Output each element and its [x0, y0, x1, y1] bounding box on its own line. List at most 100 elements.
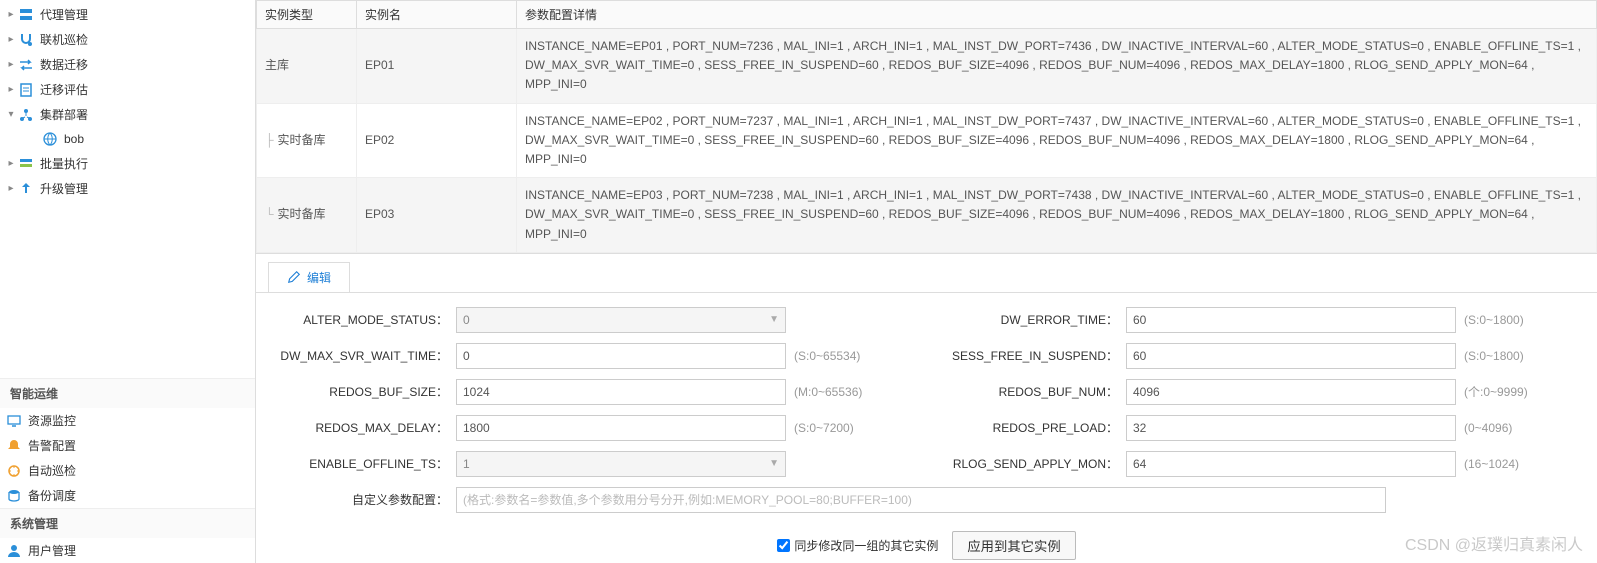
nav-auto-check[interactable]: 自动巡检 — [0, 458, 255, 483]
clipboard-icon — [18, 82, 34, 98]
server-icon — [18, 7, 34, 23]
cell-type: └实时备库 — [257, 178, 357, 253]
nav-data-migrate[interactable]: ▸ 数据迁移 — [0, 52, 255, 77]
chk-sync-group[interactable]: 同步修改同一组的其它实例 — [777, 537, 938, 554]
hint: (S:0~7200) — [794, 421, 854, 435]
nav-upgrade-mgmt[interactable]: ▸ 升级管理 — [0, 176, 255, 201]
lbl-redos-max-delay: REDOS_MAX_DELAY： — [256, 419, 456, 436]
lbl-custom: 自定义参数配置： — [256, 491, 456, 508]
monitor-icon — [6, 413, 22, 429]
batch-icon — [18, 156, 34, 172]
hint: (S:0~1800) — [1464, 313, 1524, 327]
lbl-redos-buf-size: REDOS_BUF_SIZE： — [256, 383, 456, 400]
table-row[interactable]: └实时备库 EP03 INSTANCE_NAME=EP03 , PORT_NUM… — [257, 178, 1597, 253]
chevron-right-icon: ▸ — [6, 84, 16, 95]
stethoscope-icon — [18, 32, 34, 48]
inp-redos-buf-num[interactable] — [1126, 379, 1456, 405]
sidebar: ▸ 代理管理 ▸ 联机巡检 ▸ 数据迁移 ▸ 迁移评估 ▾ — [0, 0, 256, 563]
hint: (S:0~65534) — [794, 349, 860, 363]
group-ops-header: 智能运维 — [0, 378, 255, 408]
tab-edit[interactable]: 编辑 — [268, 262, 350, 292]
caret-down-icon: ▼ — [769, 314, 779, 325]
nav-label: 集群部署 — [40, 106, 88, 123]
upgrade-icon — [18, 181, 34, 197]
inp-dw-max-wait[interactable] — [456, 343, 786, 369]
nav-label: 资源监控 — [28, 412, 76, 429]
nav-label: bob — [64, 132, 84, 146]
nav-label: 代理管理 — [40, 6, 88, 23]
user-icon — [6, 543, 22, 559]
main-content: 实例类型 实例名 参数配置详情 主库 EP01 INSTANCE_NAME=EP… — [256, 0, 1597, 563]
nav-agent-mgmt[interactable]: ▸ 代理管理 — [0, 2, 255, 27]
transfer-icon — [18, 57, 34, 73]
sel-enable-offline[interactable]: 1 ▼ — [456, 451, 786, 477]
chevron-right-icon: ▸ — [6, 34, 16, 45]
inp-redos-pre-load[interactable] — [1126, 415, 1456, 441]
chevron-right-icon: ▸ — [6, 9, 16, 20]
table-row[interactable]: ├实时备库 EP02 INSTANCE_NAME=EP02 , PORT_NUM… — [257, 103, 1597, 178]
inp-sess-free[interactable] — [1126, 343, 1456, 369]
caret-down-icon: ▼ — [769, 458, 779, 469]
group-sys-header: 系统管理 — [0, 508, 255, 538]
lbl-redos-buf-num: REDOS_BUF_NUM： — [896, 383, 1126, 400]
nav-alarm-config[interactable]: 告警配置 — [0, 433, 255, 458]
cell-name: EP01 — [357, 29, 517, 104]
instance-table: 实例类型 实例名 参数配置详情 主库 EP01 INSTANCE_NAME=EP… — [256, 0, 1597, 253]
inp-custom[interactable] — [456, 487, 1386, 513]
chk-sync-input[interactable] — [777, 539, 790, 552]
hint: (0~4096) — [1464, 421, 1512, 435]
inp-rlog-send[interactable] — [1126, 451, 1456, 477]
backup-icon — [6, 488, 22, 504]
hint: (S:0~1800) — [1464, 349, 1524, 363]
hint: (M:0~65536) — [794, 385, 862, 399]
nav-resource-monitor[interactable]: 资源监控 — [0, 408, 255, 433]
hint: (16~1024) — [1464, 457, 1519, 471]
table-row[interactable]: 主库 EP01 INSTANCE_NAME=EP01 , PORT_NUM=72… — [257, 29, 1597, 104]
lbl-dw-max-wait: DW_MAX_SVR_WAIT_TIME： — [256, 347, 456, 364]
sel-alter-mode[interactable]: 0 ▼ — [456, 307, 786, 333]
hint: (个:0~9999) — [1464, 383, 1528, 400]
cell-detail: INSTANCE_NAME=EP03 , PORT_NUM=7238 , MAL… — [517, 178, 1597, 253]
alarm-icon — [6, 438, 22, 454]
nav-label: 数据迁移 — [40, 56, 88, 73]
nav-cluster-deploy[interactable]: ▾ 集群部署 — [0, 102, 255, 127]
auto-icon — [6, 463, 22, 479]
nav-label: 用户管理 — [28, 542, 76, 559]
chk-label: 同步修改同一组的其它实例 — [794, 537, 938, 554]
nav-label: 升级管理 — [40, 180, 88, 197]
chevron-right-icon: ▸ — [6, 59, 16, 70]
chevron-right-icon: ▸ — [6, 183, 16, 194]
pencil-icon — [287, 270, 301, 284]
nav-cluster-bob[interactable]: bob — [32, 127, 255, 151]
chevron-down-icon: ▾ — [6, 109, 16, 120]
cell-detail: INSTANCE_NAME=EP02 , PORT_NUM=7237 , MAL… — [517, 103, 1597, 178]
nav-label: 联机巡检 — [40, 31, 88, 48]
lbl-enable-offline: ENABLE_OFFLINE_TS： — [256, 455, 456, 472]
th-detail[interactable]: 参数配置详情 — [517, 1, 1597, 29]
inp-redos-max-delay[interactable] — [456, 415, 786, 441]
lbl-rlog-send: RLOG_SEND_APPLY_MON： — [896, 455, 1126, 472]
inp-dw-error-time[interactable] — [1126, 307, 1456, 333]
tab-label: 编辑 — [307, 269, 331, 286]
th-type[interactable]: 实例类型 — [257, 1, 357, 29]
nav-migrate-eval[interactable]: ▸ 迁移评估 — [0, 77, 255, 102]
chevron-right-icon: ▸ — [6, 158, 16, 169]
lbl-sess-free: SESS_FREE_IN_SUSPEND： — [896, 347, 1126, 364]
cell-name: EP03 — [357, 178, 517, 253]
th-name[interactable]: 实例名 — [357, 1, 517, 29]
nav-user-mgmt[interactable]: 用户管理 — [0, 538, 255, 563]
lbl-redos-pre-load: REDOS_PRE_LOAD： — [896, 419, 1126, 436]
nav-label: 告警配置 — [28, 437, 76, 454]
lbl-alter-mode: ALTER_MODE_STATUS： — [256, 311, 456, 328]
nav-label: 批量执行 — [40, 155, 88, 172]
nav-backup-sched[interactable]: 备份调度 — [0, 483, 255, 508]
nav-label: 自动巡检 — [28, 462, 76, 479]
cell-name: EP02 — [357, 103, 517, 178]
nav-batch-exec[interactable]: ▸ 批量执行 — [0, 151, 255, 176]
inp-redos-buf-size[interactable] — [456, 379, 786, 405]
cell-type: 主库 — [257, 29, 357, 104]
cell-detail: INSTANCE_NAME=EP01 , PORT_NUM=7236 , MAL… — [517, 29, 1597, 104]
apply-button[interactable]: 应用到其它实例 — [952, 531, 1075, 560]
nav-online-check[interactable]: ▸ 联机巡检 — [0, 27, 255, 52]
nav-label: 迁移评估 — [40, 81, 88, 98]
